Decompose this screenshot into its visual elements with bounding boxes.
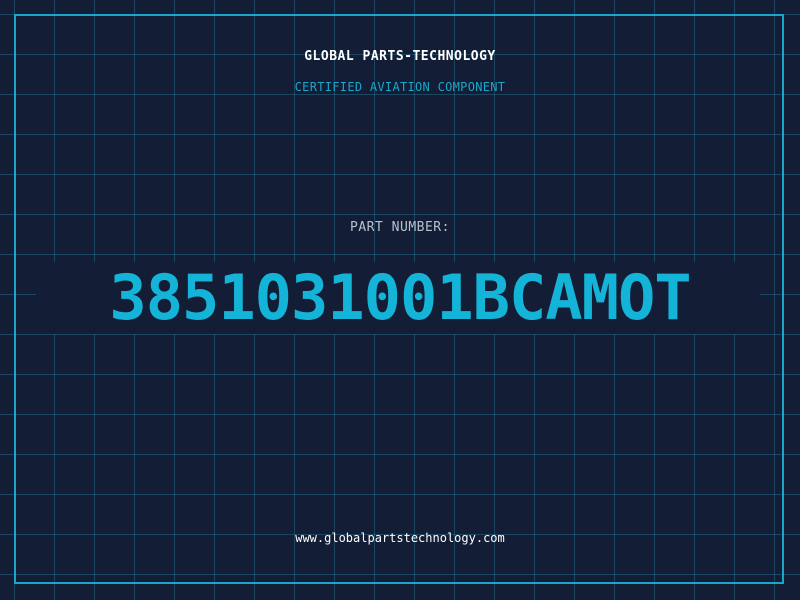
part-number-value: 3851031001BCAMOT	[109, 261, 691, 334]
company-name: GLOBAL PARTS-TECHNOLOGY	[304, 49, 496, 64]
certification-subtitle: CERTIFIED AVIATION COMPONENT	[294, 80, 506, 94]
part-number-label: PART NUMBER:	[350, 220, 450, 235]
website-url: www.globalpartstechnology.com	[295, 531, 505, 545]
